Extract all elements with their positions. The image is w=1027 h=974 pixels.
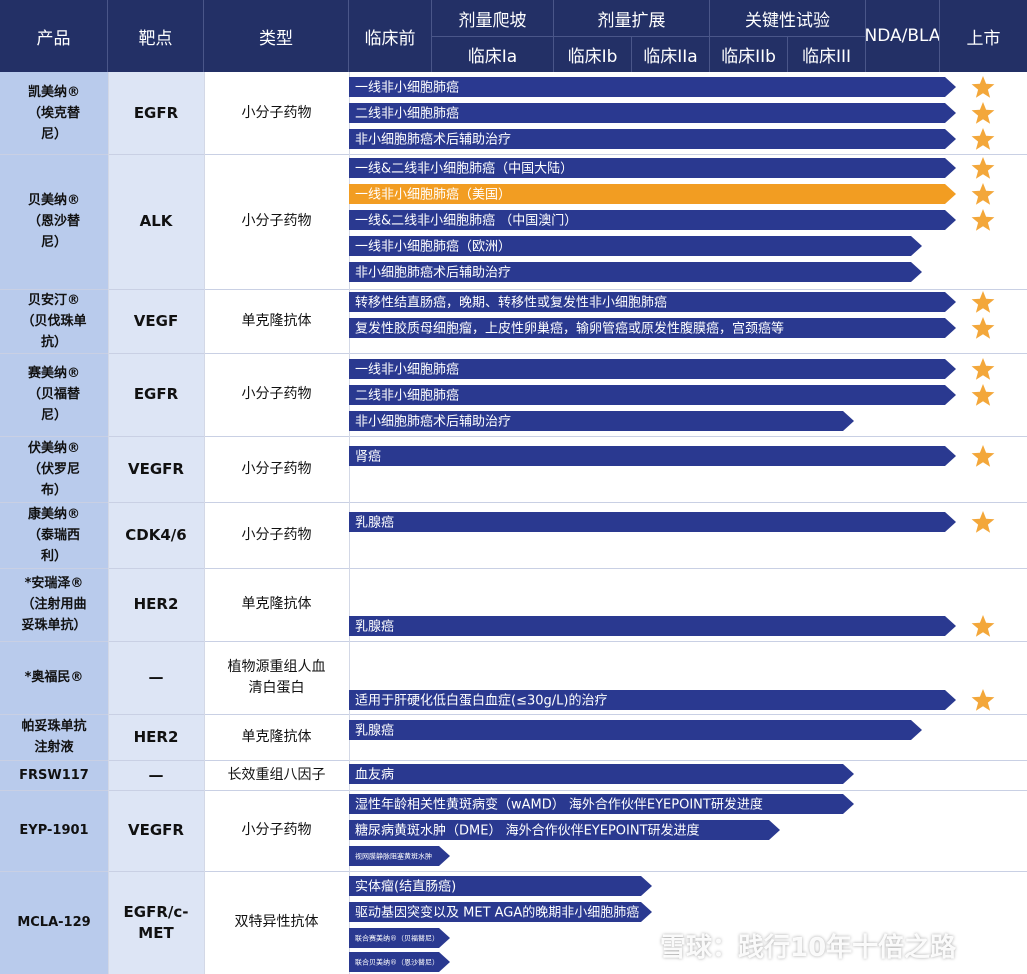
bar-label: 乳腺癌 — [355, 619, 394, 635]
bar-label: 非小细胞肺癌术后辅助治疗 — [355, 132, 511, 148]
pipeline-bar: 乳腺癌 — [349, 615, 995, 637]
launched-star-icon — [971, 384, 995, 406]
bar-arrow — [349, 764, 854, 784]
pipeline-bar: 复发性胶质母细胞瘤，上皮性卵巢癌，输卵管癌或原发性腹膜癌，宫颈癌等 — [349, 317, 995, 339]
pipeline-bar: 适用于肝硬化低白蛋白血症(≤30g/L)的治疗 — [349, 689, 995, 711]
bar-label: 二线非小细胞肺癌 — [355, 388, 459, 404]
bar-label: 联合贝美纳®（恩沙替尼） — [355, 958, 439, 967]
pipeline-bar: 血友病 — [349, 764, 854, 784]
bar-arrow — [349, 720, 922, 740]
pipeline-bar: 非小细胞肺癌术后辅助治疗 — [349, 128, 995, 150]
launched-star-icon — [971, 615, 995, 637]
launched-star-icon — [971, 291, 995, 313]
pipeline-bar: 转移性结直肠癌，晚期、转移性或复发性非小细胞肺癌 — [349, 291, 995, 313]
bar-label: 视网膜静脉阻塞黄斑水肿 — [355, 852, 432, 861]
bar-label: 一线非小细胞肺癌（美国） — [355, 187, 511, 203]
pipeline-bar: 驱动基因突变以及 MET AGA的晚期非小细胞肺癌 — [349, 902, 652, 922]
bar-label: 一线&二线非小细胞肺癌（中国大陆） — [355, 161, 573, 177]
bar-label: 非小细胞肺癌术后辅助治疗 — [355, 265, 511, 281]
pipeline-bar: 一线非小细胞肺癌 — [349, 358, 995, 380]
bar-label: 驱动基因突变以及 MET AGA的晚期非小细胞肺癌 — [355, 905, 639, 921]
pipeline-bar: 乳腺癌 — [349, 511, 995, 533]
bar-label: 乳腺癌 — [355, 723, 394, 739]
bar-arrow — [349, 446, 956, 466]
launched-star-icon — [971, 317, 995, 339]
snowball-logo-icon — [618, 928, 652, 962]
pipeline-bar: 二线非小细胞肺癌 — [349, 384, 995, 406]
bar-label: 转移性结直肠癌，晚期、转移性或复发性非小细胞肺癌 — [355, 295, 667, 311]
bar-label: 二线非小细胞肺癌 — [355, 106, 459, 122]
launched-star-icon — [971, 183, 995, 205]
bar-label: 一线非小细胞肺癌 — [355, 362, 459, 378]
pipeline-bar: 一线&二线非小细胞肺癌 （中国澳门） — [349, 209, 995, 231]
pipeline-bar: 一线非小细胞肺癌（欧洲） — [349, 236, 922, 256]
pipeline-bar: 二线非小细胞肺癌 — [349, 102, 995, 124]
bar-label: 联合赛美纳®（贝福替尼） — [355, 934, 439, 943]
bar-label: 血友病 — [355, 767, 394, 783]
bar-label: 非小细胞肺癌术后辅助治疗 — [355, 414, 511, 430]
pipeline-bar: 糖尿病黄斑水肿（DME） 海外合作伙伴EYEPOINT研发进度 — [349, 820, 780, 840]
watermark: 雪球：践行10年十倍之路 — [618, 925, 1018, 965]
pipeline-bar: 视网膜静脉阻塞黄斑水肿 — [349, 846, 450, 866]
pipeline-bar: 联合贝美纳®（恩沙替尼） — [349, 952, 450, 972]
pipeline-bar: 乳腺癌 — [349, 720, 922, 740]
launched-star-icon — [971, 102, 995, 124]
pipeline-bar: 一线非小细胞肺癌 — [349, 76, 995, 98]
pipeline-bars: 一线非小细胞肺癌二线非小细胞肺癌非小细胞肺癌术后辅助治疗一线&二线非小细胞肺癌（… — [349, 76, 995, 972]
bar-arrow — [349, 616, 956, 636]
pipeline-bar: 湿性年龄相关性黄斑病变（wAMD） 海外合作伙伴EYEPOINT研发进度 — [349, 794, 854, 814]
bar-label: 一线非小细胞肺癌（欧洲） — [355, 239, 511, 255]
pipeline-bar: 一线非小细胞肺癌（美国） — [349, 183, 995, 205]
watermark-text: 雪球：践行10年十倍之路 — [660, 932, 957, 963]
pipeline-bar: 肾癌 — [349, 445, 995, 467]
pipeline-bar: 非小细胞肺癌术后辅助治疗 — [349, 262, 922, 282]
pipeline-bar: 一线&二线非小细胞肺癌（中国大陆） — [349, 157, 995, 179]
pipeline-bar: 非小细胞肺癌术后辅助治疗 — [349, 411, 854, 431]
launched-star-icon — [971, 209, 995, 231]
bar-arrow — [349, 512, 956, 532]
launched-star-icon — [971, 511, 995, 533]
launched-star-icon — [971, 689, 995, 711]
bar-label: 实体瘤(结直肠癌) — [355, 879, 456, 895]
bar-label: 适用于肝硬化低白蛋白血症(≤30g/L)的治疗 — [355, 693, 607, 709]
launched-star-icon — [971, 445, 995, 467]
launched-star-icon — [971, 128, 995, 150]
launched-star-icon — [971, 157, 995, 179]
launched-star-icon — [971, 358, 995, 380]
bar-label: 糖尿病黄斑水肿（DME） 海外合作伙伴EYEPOINT研发进度 — [355, 823, 700, 839]
bar-label: 复发性胶质母细胞瘤，上皮性卵巢癌，输卵管癌或原发性腹膜癌，宫颈癌等 — [355, 321, 784, 337]
launched-star-icon — [971, 76, 995, 98]
pipeline-bar: 联合赛美纳®（贝福替尼） — [349, 928, 450, 948]
pipeline-bar: 实体瘤(结直肠癌) — [349, 876, 652, 896]
bar-label: 一线非小细胞肺癌 — [355, 80, 459, 96]
bar-label: 湿性年龄相关性黄斑病变（wAMD） 海外合作伙伴EYEPOINT研发进度 — [355, 797, 763, 813]
bar-label: 乳腺癌 — [355, 515, 394, 531]
bar-label: 一线&二线非小细胞肺癌 （中国澳门） — [355, 213, 577, 229]
bar-label: 肾癌 — [355, 449, 381, 465]
